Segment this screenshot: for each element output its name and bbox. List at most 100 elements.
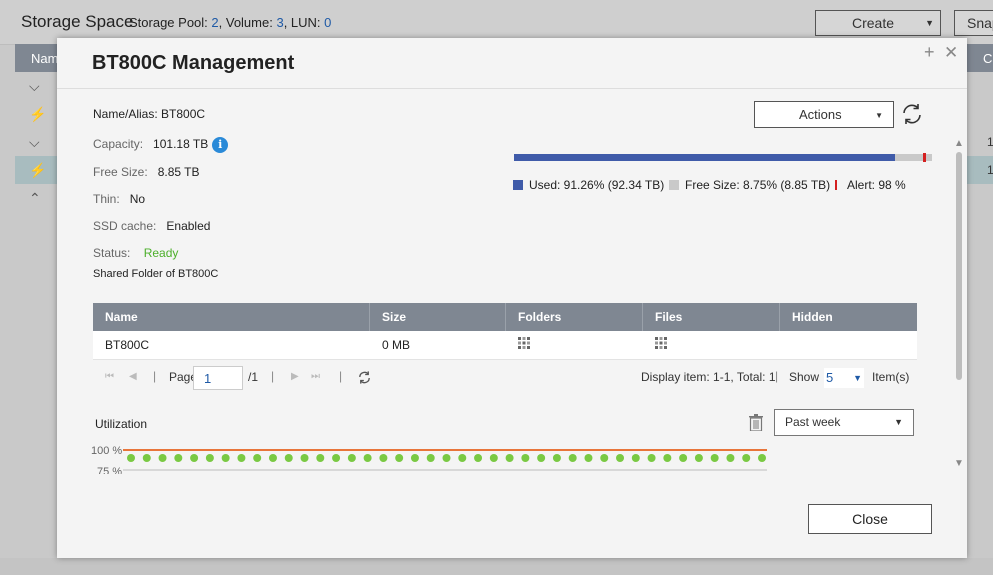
legend-alert: Alert: 98 % bbox=[835, 178, 906, 192]
display-item-text: Display item: 1-1, Total: 1 bbox=[641, 370, 776, 384]
show-label: Show bbox=[789, 370, 820, 384]
utilization-point bbox=[158, 454, 167, 462]
utilization-point bbox=[474, 454, 483, 462]
lightning-icon: ⚡ bbox=[29, 162, 47, 178]
divider bbox=[57, 88, 967, 89]
utilization-point bbox=[142, 454, 151, 462]
alert-swatch bbox=[835, 180, 837, 190]
utilization-point bbox=[726, 454, 735, 462]
trash-icon[interactable] bbox=[749, 414, 763, 431]
items-per-page-select[interactable]: 5 ▼ bbox=[824, 368, 864, 388]
utilization-point bbox=[710, 454, 719, 462]
expand-chevron-icon[interactable]: ⌵ bbox=[29, 134, 40, 151]
column-folders[interactable]: Folders bbox=[506, 303, 643, 331]
utilization-point bbox=[742, 454, 751, 462]
utilization-point bbox=[505, 454, 514, 462]
utilization-point bbox=[347, 454, 356, 462]
utilization-point bbox=[663, 454, 672, 462]
utilization-point bbox=[363, 454, 372, 462]
close-icon[interactable]: ✕ bbox=[944, 43, 958, 63]
column-size[interactable]: Size bbox=[370, 303, 506, 331]
utilization-point bbox=[300, 454, 309, 462]
utilization-point bbox=[253, 454, 262, 462]
pagination-bar: ⏮ ◀ | Page 1 /1 | ▶ ⏭ | Display item: 1-… bbox=[93, 365, 917, 391]
info-icon[interactable]: i bbox=[212, 137, 229, 153]
time-period-select[interactable]: Past week ▼ bbox=[774, 409, 914, 436]
caret-down-icon: ▼ bbox=[875, 111, 883, 120]
table-row[interactable]: BT800C 0 MB bbox=[93, 331, 917, 360]
page-total: /1 bbox=[248, 370, 259, 384]
items-label: Item(s) bbox=[872, 370, 910, 384]
utilization-point bbox=[268, 454, 277, 462]
caret-down-icon: ▼ bbox=[894, 417, 903, 427]
last-page-icon[interactable]: ⏭ bbox=[311, 371, 320, 382]
utilization-point bbox=[694, 454, 703, 462]
cell-name: BT800C bbox=[105, 338, 150, 352]
cell-size: 0 MB bbox=[382, 338, 411, 352]
refresh-icon[interactable] bbox=[357, 370, 372, 385]
utilization-point bbox=[174, 454, 183, 462]
status-badge: Ready bbox=[143, 246, 179, 260]
utilization-point bbox=[458, 454, 467, 462]
snapshot-button[interactable]: Snap bbox=[954, 10, 993, 36]
y-tick-75: 75 % bbox=[97, 466, 122, 474]
maximize-icon[interactable]: + bbox=[924, 42, 935, 63]
column-hidden[interactable]: Hidden bbox=[780, 303, 917, 331]
caret-down-icon: ▼ bbox=[925, 18, 934, 28]
utilization-point bbox=[221, 454, 230, 462]
capacity-used-fill bbox=[514, 154, 896, 161]
grid-icon[interactable] bbox=[518, 337, 530, 349]
utilization-point bbox=[190, 454, 199, 462]
utilization-point bbox=[379, 454, 388, 462]
utilization-point bbox=[127, 454, 135, 462]
scroll-up-icon[interactable]: ▲ bbox=[954, 138, 964, 149]
shared-folder-table-header: Name Size Folders Files Hidden bbox=[93, 303, 917, 331]
grid-icon[interactable] bbox=[655, 337, 667, 349]
utilization-point bbox=[395, 454, 404, 462]
free-size: Free Size: 8.85 TB bbox=[93, 165, 200, 179]
ssd-cache: SSD cache: Enabled bbox=[93, 219, 211, 233]
utilization-point bbox=[426, 454, 435, 462]
next-page-icon[interactable]: ▶ bbox=[291, 371, 299, 382]
utilization-point bbox=[316, 454, 325, 462]
page-number-input[interactable]: 1 bbox=[193, 366, 243, 390]
scroll-down-icon[interactable]: ▼ bbox=[954, 458, 964, 469]
legend-used: Used: 91.26% (92.34 TB) bbox=[513, 178, 664, 192]
column-files[interactable]: Files bbox=[643, 303, 780, 331]
utilization-point bbox=[600, 454, 609, 462]
utilization-point bbox=[332, 454, 341, 462]
utilization-point bbox=[568, 454, 577, 462]
refresh-icon[interactable] bbox=[900, 102, 924, 126]
utilization-point bbox=[205, 454, 214, 462]
create-button[interactable]: Create ▼ bbox=[815, 10, 941, 36]
free-swatch bbox=[669, 180, 679, 190]
scroll-thumb[interactable] bbox=[956, 152, 962, 380]
cell-hidden bbox=[780, 331, 792, 359]
utilization-label: Utilization bbox=[95, 417, 148, 431]
prev-page-icon[interactable]: ◀ bbox=[129, 371, 137, 382]
used-swatch bbox=[513, 180, 523, 190]
utilization-point bbox=[631, 454, 640, 462]
close-button[interactable]: Close bbox=[808, 504, 932, 534]
alert-threshold-marker bbox=[922, 153, 926, 162]
expand-chevron-icon[interactable]: ⌵ bbox=[29, 78, 40, 95]
column-name[interactable]: Name bbox=[93, 303, 370, 331]
utilization-chart: 100 % 75 % bbox=[91, 445, 767, 474]
utilization-point bbox=[616, 454, 625, 462]
utilization-point bbox=[758, 454, 766, 462]
caret-down-icon: ▼ bbox=[853, 373, 862, 383]
lightning-icon: ⚡ bbox=[29, 106, 47, 122]
first-page-icon[interactable]: ⏮ bbox=[105, 371, 114, 382]
volume-management-dialog: BT800C Management + ✕ Name/Alias: BT800C… bbox=[57, 38, 967, 558]
actions-dropdown[interactable]: Actions ▼ bbox=[754, 101, 894, 128]
collapse-chevron-icon[interactable]: ⌃ bbox=[29, 190, 41, 207]
status: Status: Ready bbox=[93, 246, 179, 260]
storage-summary: Storage Pool: 2, Volume: 3, LUN: 0 bbox=[129, 15, 332, 30]
dialog-scrollbar[interactable]: ▲ ▼ bbox=[952, 138, 964, 470]
capacity: Capacity: 101.18 TB i bbox=[93, 137, 229, 153]
app-footer bbox=[0, 558, 993, 575]
utilization-point bbox=[489, 454, 498, 462]
utilization-point bbox=[679, 454, 688, 462]
utilization-point bbox=[537, 454, 546, 462]
dialog-title: BT800C Management bbox=[92, 52, 295, 74]
